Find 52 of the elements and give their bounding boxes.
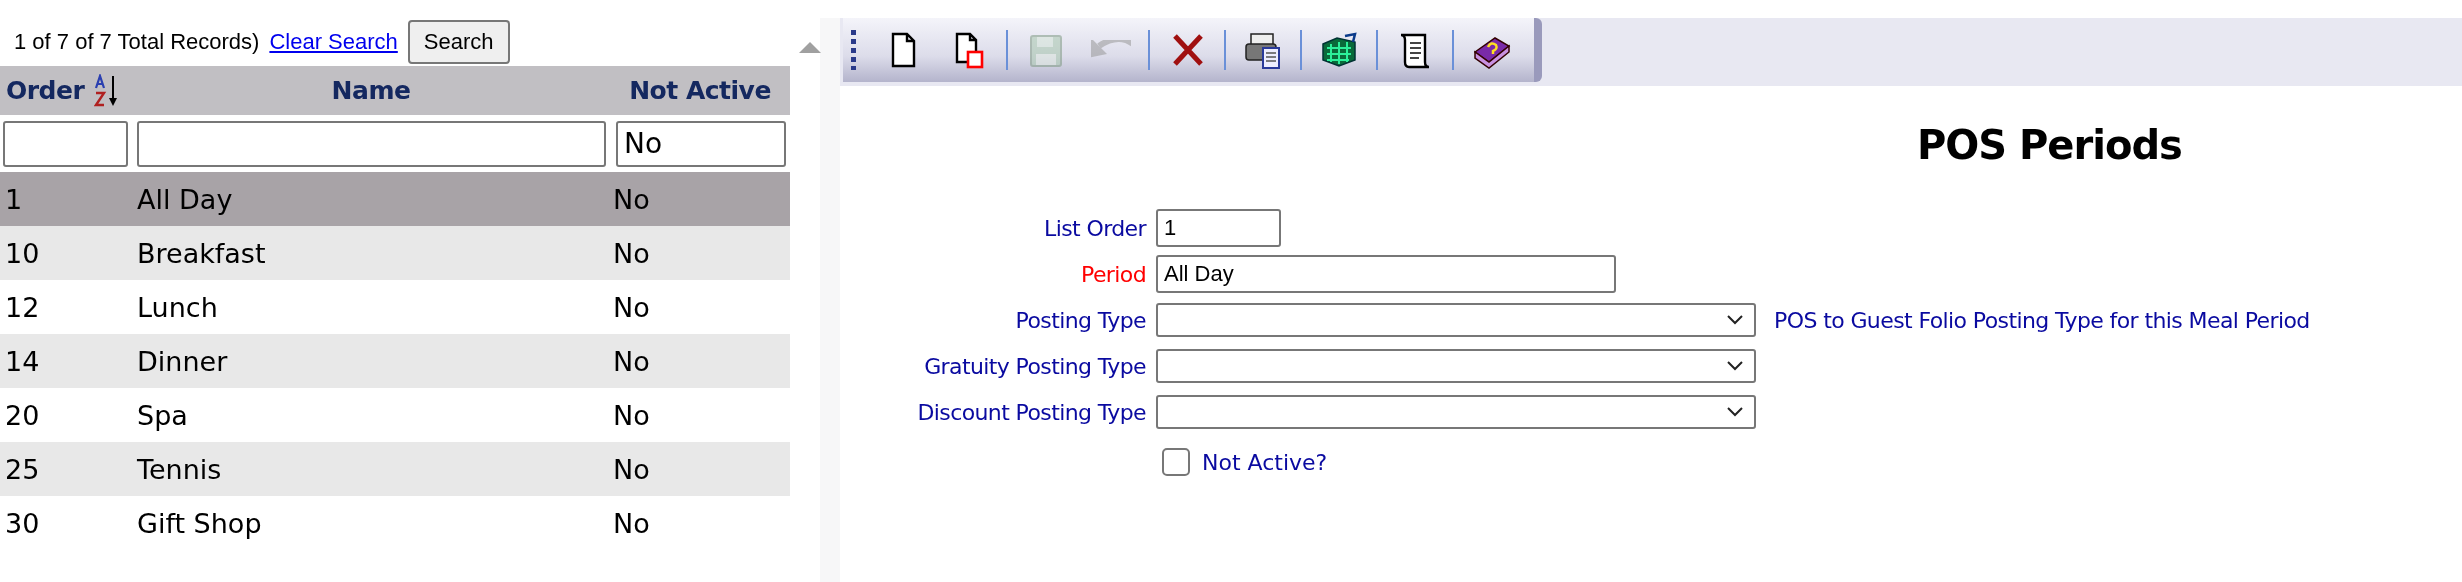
undo-icon	[1091, 40, 1131, 60]
scroll-up-icon[interactable]	[798, 40, 822, 54]
input-field[interactable]: All Day	[1156, 255, 1616, 293]
printer-icon	[1243, 30, 1283, 70]
chevron-down-icon	[1726, 314, 1744, 326]
chevron-down-icon	[1726, 360, 1744, 372]
column-header[interactable]: Not Active	[610, 66, 790, 115]
dropdown-field[interactable]	[1156, 349, 1756, 383]
table-cell[interactable]: No	[610, 496, 790, 550]
dropdown-field[interactable]	[1156, 303, 1756, 337]
toolbar-grip[interactable]	[851, 30, 856, 70]
table-cell[interactable]: 25	[0, 442, 132, 496]
filter-field[interactable]	[3, 120, 128, 167]
table-cell[interactable]: Gift Shop	[132, 496, 610, 550]
table-cell[interactable]: Lunch	[132, 280, 610, 334]
table-cell[interactable]: 12	[0, 280, 132, 334]
field-label: Discount Posting Type	[917, 399, 1146, 425]
table-cell[interactable]: 1	[0, 172, 132, 226]
search-button[interactable]: Search	[407, 20, 510, 64]
form-title: POS Periods	[1917, 122, 2183, 168]
table-cell[interactable]: Tennis	[132, 442, 610, 496]
table-cell[interactable]: No	[610, 172, 790, 226]
field-label: Period	[1081, 261, 1146, 287]
table-cell[interactable]: All Day	[132, 172, 610, 226]
table-cell[interactable]: No	[610, 280, 790, 334]
table-cell[interactable]: 10	[0, 226, 132, 280]
field-label: Gratuity Posting Type	[924, 353, 1146, 379]
table-cell[interactable]: Dinner	[132, 334, 610, 388]
clear-search-link[interactable]: Clear Search	[269, 29, 398, 55]
table-cell[interactable]: No	[610, 334, 790, 388]
record-count: 1 of 7 of 7 Total Records)	[14, 29, 260, 55]
table-cell[interactable]: No	[610, 226, 790, 280]
field-label: Posting Type	[1015, 307, 1146, 333]
table-cell[interactable]: 30	[0, 496, 132, 550]
dropdown-field[interactable]	[1156, 395, 1756, 429]
table-cell[interactable]: Spa	[132, 388, 610, 442]
checkbox[interactable]	[1162, 448, 1190, 476]
chevron-down-icon	[1726, 406, 1744, 418]
help-text: POS to Guest Folio Posting Type for this Meal Period	[1774, 307, 2310, 333]
table-cell[interactable]: 20	[0, 388, 132, 442]
filter-field[interactable]	[137, 120, 606, 167]
field-label: List Order	[1044, 215, 1146, 241]
table-cell[interactable]: Breakfast	[132, 226, 610, 280]
column-header[interactable]: Order	[0, 66, 132, 115]
input-field[interactable]: 1	[1156, 209, 1281, 247]
filter-field[interactable]: No	[616, 120, 786, 167]
table-cell[interactable]: 14	[0, 334, 132, 388]
checkbox-label[interactable]: Not Active?	[1202, 449, 1328, 475]
table-cell[interactable]: No	[610, 442, 790, 496]
grid-cube-icon	[1319, 30, 1359, 70]
table-cell[interactable]: No	[610, 388, 790, 442]
column-header[interactable]: Name	[132, 66, 610, 115]
